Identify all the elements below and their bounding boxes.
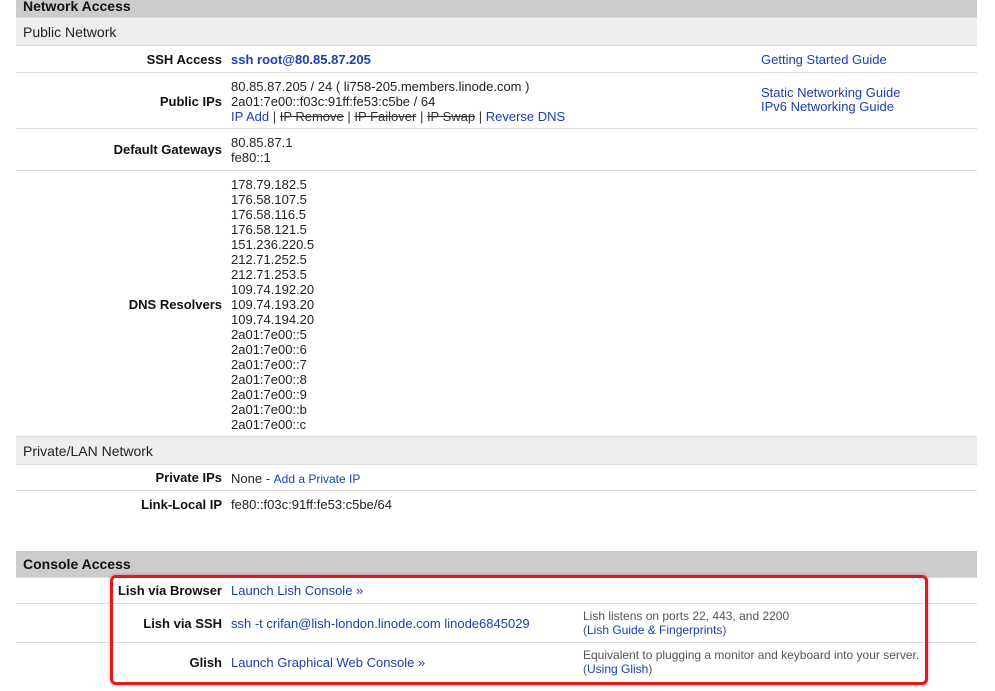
private-ips-label: Private IPs [155,470,223,485]
dns-resolver: 2a01:7e00::9 [231,387,307,402]
dns-resolver: 109.74.192.20 [231,282,315,297]
dns-resolvers-list: 178.79.182.5 176.58.107.5 176.58.116.5 1… [231,177,314,432]
console-access-header: Console Access [16,551,977,577]
networking-guides: Static Networking Guide IPv6 Networking … [761,86,900,114]
dns-resolvers-label: DNS Resolvers [128,297,222,312]
dns-resolver: 178.79.182.5 [231,177,307,192]
dns-resolver: 2a01:7e00::7 [231,357,307,372]
network-access-title: Network Access [23,0,131,14]
dns-resolver: 212.71.252.5 [231,252,307,267]
link-local-value: fe80::f03c:91ff:fe53:c5be/64 [231,497,392,512]
default-gateways-values: 80.85.87.1 fe80::1 [231,135,292,165]
public-ips-values: 80.85.87.205 / 24 ( li758-205.members.li… [231,79,565,124]
ssh-access-label: SSH Access [146,52,222,67]
console-access-title: Console Access [23,556,131,572]
default-gateways-label: Default Gateways [113,142,222,157]
gateway-ipv6: fe80::1 [231,150,271,165]
dns-resolver: 109.74.194.20 [231,312,315,327]
dns-resolvers-row: DNS Resolvers 178.79.182.5 176.58.107.5 … [16,170,977,436]
dns-resolver: 176.58.116.5 [231,207,306,222]
ipv6-networking-guide-link[interactable]: IPv6 Networking Guide [761,100,900,114]
public-network-title: Public Network [23,24,117,40]
private-ips-value: None - Add a Private IP [231,471,360,487]
network-panel: Network Access Public Network SSH Access… [0,0,977,691]
getting-started-guide-link[interactable]: Getting Started Guide [761,53,887,67]
dns-resolver: 2a01:7e00::b [231,402,307,417]
private-network-title: Private/LAN Network [23,443,153,459]
dns-resolver: 2a01:7e00::8 [231,372,307,387]
public-ips-row: Public IPs 80.85.87.205 / 24 ( li758-205… [16,72,977,128]
dns-resolver: 109.74.193.20 [231,297,315,312]
link-local-label: Link-Local IP [141,497,222,512]
reverse-dns-link[interactable]: Reverse DNS [486,109,565,124]
link-local-row: Link-Local IP fe80::f03c:91ff:fe53:c5be/… [16,490,977,518]
dns-resolver: 151.236.220.5 [231,237,315,252]
private-ips-row: Private IPs None - Add a Private IP [16,464,977,490]
public-ipv4: 80.85.87.205 / 24 ( li758-205.members.li… [231,79,530,94]
ip-add-link[interactable]: IP Add [231,109,269,124]
ip-swap-link: IP Swap [426,109,476,124]
public-ips-label: Public IPs [159,94,222,109]
ip-failover-link: IP Failover [354,109,417,124]
dns-resolver: 2a01:7e00::c [231,417,307,432]
default-gateways-row: Default Gateways 80.85.87.1 fe80::1 [16,128,977,170]
dns-resolver: 212.71.253.5 [231,267,307,282]
ssh-access-row: SSH Access ssh root@80.85.87.205 Getting… [16,45,977,72]
static-networking-guide-link[interactable]: Static Networking Guide [761,86,900,100]
dns-resolver: 2a01:7e00::5 [231,327,307,342]
private-network-header: Private/LAN Network [16,436,977,464]
add-private-ip-link[interactable]: Add a Private IP [274,472,361,486]
public-network-header: Public Network [16,17,977,45]
highlight-box [110,575,928,685]
ssh-access-link[interactable]: ssh root@80.85.87.205 [231,52,371,67]
dns-resolver: 2a01:7e00::6 [231,342,307,357]
ip-remove-link: IP Remove [279,109,344,124]
ip-actions: IP Add | IP Remove | IP Failover | IP Sw… [231,109,566,124]
public-ipv6: 2a01:7e00::f03c:91ff:fe53:c5be / 64 [231,94,436,109]
dns-resolver: 176.58.121.5 [231,222,307,237]
gateway-ipv4: 80.85.87.1 [231,135,293,150]
dns-resolver: 176.58.107.5 [231,192,307,207]
network-access-header: Network Access [16,0,977,17]
private-ips-none: None - [231,471,274,486]
